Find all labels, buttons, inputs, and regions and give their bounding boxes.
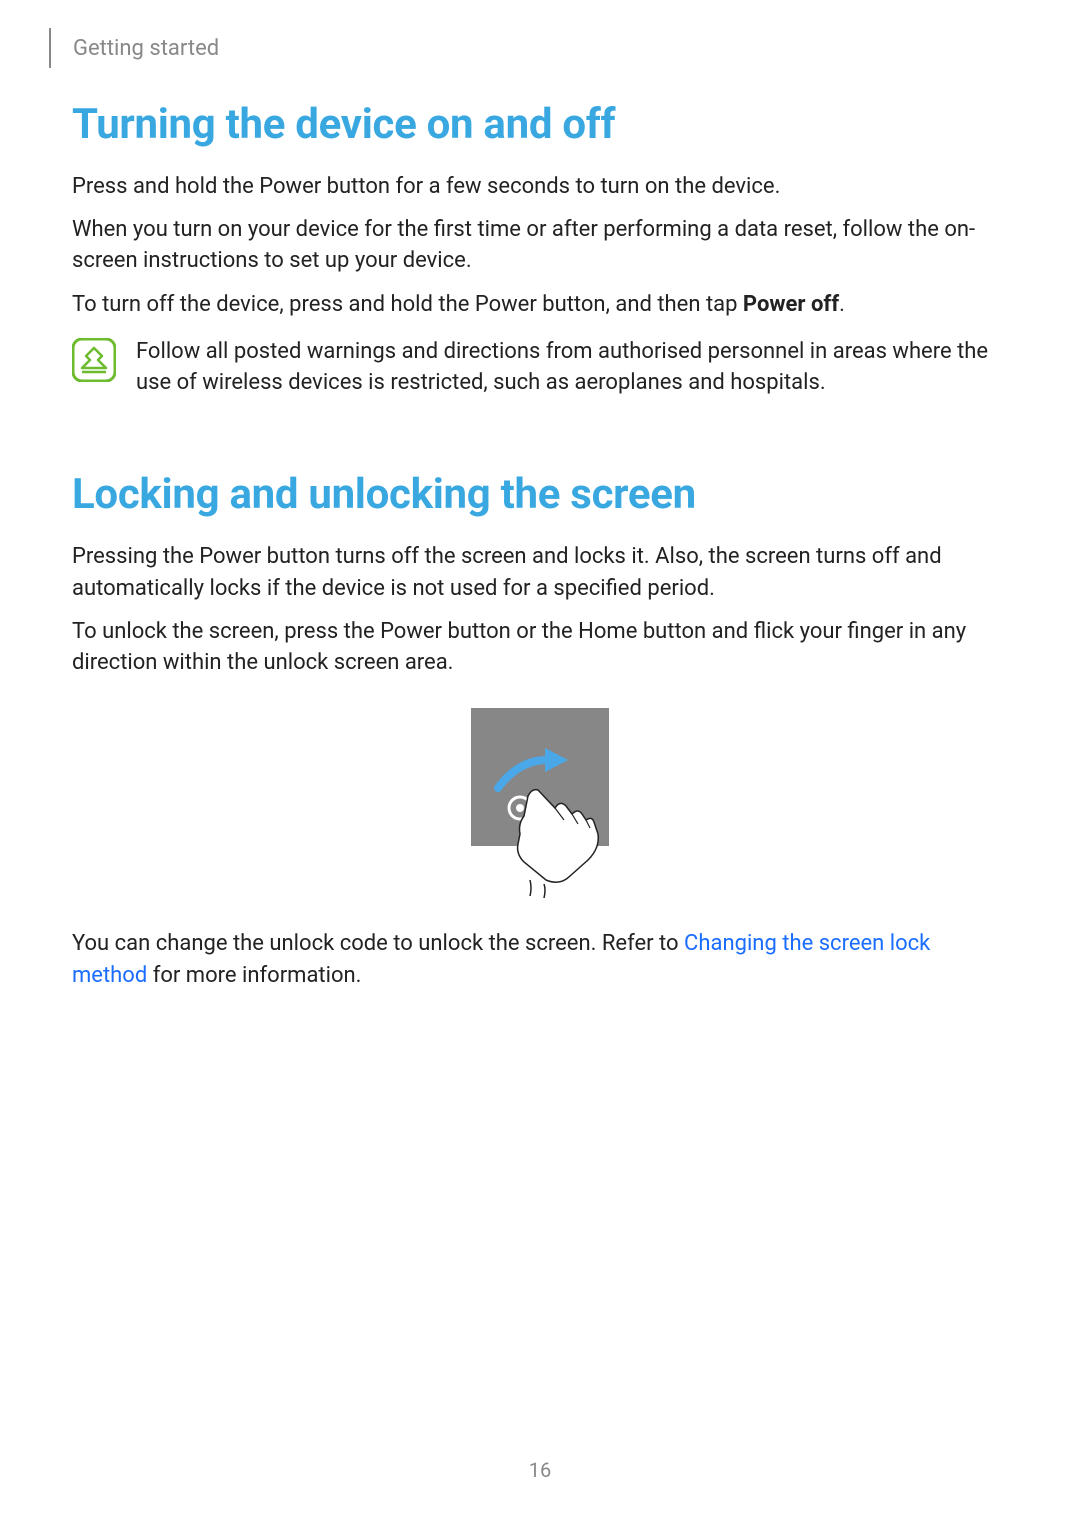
illustration-container <box>72 708 1008 898</box>
section-title-locking-screen: Locking and unlocking the screen <box>72 470 1008 519</box>
text-span: You can change the unlock code to unlock… <box>72 931 684 956</box>
note-callout: Follow all posted warnings and direction… <box>72 336 1008 398</box>
section-title-turning-on-off: Turning the device on and off <box>72 100 1008 149</box>
page-header: Getting started <box>49 28 219 68</box>
header-divider <box>49 28 51 68</box>
text-span: To turn off the device, press and hold t… <box>72 292 743 317</box>
note-icon <box>72 338 116 382</box>
body-paragraph: Pressing the Power button turns off the … <box>72 541 1008 603</box>
text-span: for more information. <box>147 963 361 988</box>
body-paragraph: Press and hold the Power button for a fe… <box>72 171 1008 202</box>
body-paragraph: When you turn on your device for the fir… <box>72 214 1008 276</box>
body-paragraph: To turn off the device, press and hold t… <box>72 289 1008 320</box>
flick-gesture-illustration <box>460 708 620 898</box>
page-number: 16 <box>0 1458 1080 1482</box>
body-paragraph: To unlock the screen, press the Power bu… <box>72 616 1008 678</box>
hand-flick-icon <box>460 728 620 898</box>
text-span: . <box>839 292 845 317</box>
breadcrumb: Getting started <box>73 36 219 61</box>
power-off-label: Power off <box>743 292 839 317</box>
note-text: Follow all posted warnings and direction… <box>136 336 1008 398</box>
body-paragraph: You can change the unlock code to unlock… <box>72 928 1008 990</box>
